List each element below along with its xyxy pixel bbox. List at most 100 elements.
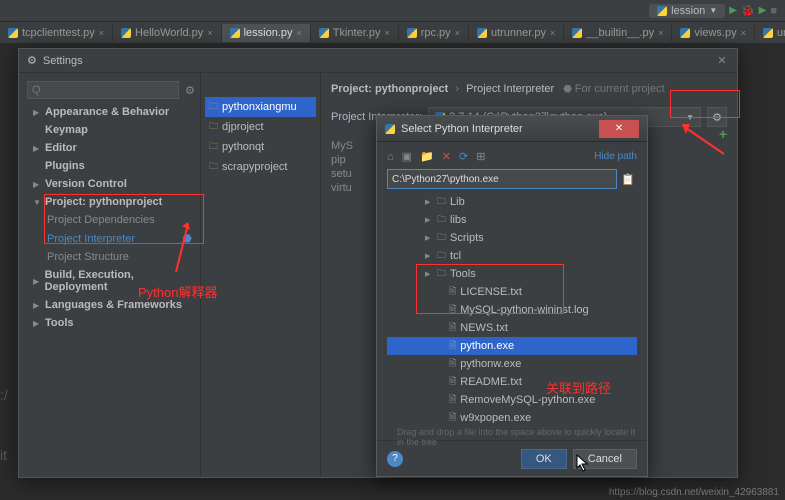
sidebar-item[interactable]: Plugins <box>19 157 200 175</box>
python-icon <box>657 6 667 16</box>
hide-path-link[interactable]: Hide path <box>594 151 637 162</box>
file-tree-item[interactable]: 🗎w9xpopen.exe <box>387 409 637 423</box>
new-folder-icon[interactable]: 📁 <box>420 150 434 163</box>
file-tree-item[interactable]: 🗎python.exe <box>387 337 637 355</box>
dialog-titlebar: ⚙ Settings ✕ <box>19 49 737 73</box>
file-tree-item[interactable]: ▶🗀Tools <box>387 265 637 283</box>
python-icon <box>477 28 487 38</box>
watermark: https://blog.csdn.net/weixin_42963881 <box>609 487 779 498</box>
folder-icon: 🗀 <box>437 212 446 228</box>
settings-icon: ⚙ <box>27 54 37 67</box>
sidebar-item[interactable]: ▶Editor <box>19 139 200 157</box>
editor-tab[interactable]: views.py× <box>672 24 754 42</box>
sidebar-item[interactable]: Project Interpreter⬣ <box>19 229 200 248</box>
gear-icon[interactable]: ⚙ <box>185 84 195 97</box>
editor-tab[interactable]: __builtin__.py× <box>564 24 672 42</box>
python-icon <box>407 28 417 38</box>
run-icon[interactable]: ▶ <box>729 5 737 16</box>
stop-icon[interactable]: ■ <box>770 5 777 17</box>
history-icon[interactable]: 📋 <box>621 173 635 186</box>
file-icon: 🗎 <box>449 338 456 354</box>
sidebar-item[interactable]: ▶Version Control <box>19 175 200 193</box>
run-configuration[interactable]: lession ▼ <box>649 4 725 18</box>
project-icon[interactable]: ▣ <box>402 150 412 163</box>
folder-icon: 🗀 <box>437 194 446 210</box>
file-icon: 🗎 <box>449 374 456 390</box>
editor-tab[interactable]: Tkinter.py× <box>311 24 399 42</box>
file-icon: 🗎 <box>449 320 456 336</box>
file-tree-item[interactable]: 🗎RemoveMySQL-python.exe <box>387 391 637 409</box>
editor-gutter: :/it <box>0 380 8 470</box>
file-tree-item[interactable]: 🗎LICENSE.txt <box>387 283 637 301</box>
close-icon[interactable]: × <box>207 28 212 38</box>
ok-button[interactable]: OK <box>521 449 567 469</box>
file-tree-item[interactable]: 🗎pythonw.exe <box>387 355 637 373</box>
editor-tab[interactable]: HelloWorld.py× <box>113 24 222 42</box>
project-item[interactable]: 🗀pythonqt <box>205 137 316 157</box>
path-input[interactable] <box>387 169 617 189</box>
cancel-button[interactable]: Cancel <box>573 449 637 469</box>
close-icon[interactable]: × <box>297 28 302 38</box>
editor-tab[interactable]: lession.py× <box>222 24 311 42</box>
delete-icon[interactable]: ✕ <box>442 150 451 163</box>
search-input[interactable] <box>27 81 179 99</box>
project-item[interactable]: 🗀pythonxiangmu <box>205 97 316 117</box>
close-icon[interactable]: × <box>384 28 389 38</box>
file-tree-item[interactable]: ▶🗀Scripts <box>387 229 637 247</box>
close-button[interactable]: ✕ <box>599 120 639 138</box>
add-icon[interactable]: + <box>719 126 727 142</box>
sidebar-item[interactable]: ▶Languages & Frameworks <box>19 296 200 314</box>
dialog-title: Settings <box>43 55 83 67</box>
file-tree[interactable]: ▶🗀Lib▶🗀libs▶🗀Scripts▶🗀tcl▶🗀Tools🗎LICENSE… <box>387 193 637 423</box>
sidebar-item[interactable]: ▼Project: pythonproject <box>19 193 200 211</box>
path-toolbar: ⌂ ▣ 📁 ✕ ⟳ ⊞ Hide path <box>387 148 637 169</box>
python-icon <box>230 28 240 38</box>
sidebar-item[interactable]: ▶Tools <box>19 314 200 332</box>
inner-titlebar: Select Python Interpreter ✕ <box>377 116 647 142</box>
refresh-icon[interactable]: ⟳ <box>459 150 468 163</box>
python-icon <box>763 28 773 38</box>
file-icon: 🗎 <box>449 302 456 318</box>
debug-icon[interactable]: 🐞 <box>741 4 755 17</box>
close-icon[interactable]: × <box>741 28 746 38</box>
file-tree-item[interactable]: ▶🗀tcl <box>387 247 637 265</box>
folder-icon: 🗀 <box>437 248 446 264</box>
folder-icon: 🗀 <box>209 159 218 175</box>
editor-tab[interactable]: tcpclienttest.py× <box>0 24 113 42</box>
run-coverage-icon[interactable]: ▶ <box>759 5 767 16</box>
sidebar-item[interactable]: Keymap <box>19 121 200 139</box>
editor-tab[interactable]: rpc.py× <box>399 24 469 42</box>
file-tree-item[interactable]: 🗎MySQL-python-wininst.log <box>387 301 637 319</box>
file-icon: 🗎 <box>449 410 456 423</box>
chevron-down-icon: ▼ <box>709 6 717 15</box>
sidebar-item[interactable]: Project Dependencies <box>19 211 200 229</box>
interpreter-settings-button[interactable]: ⚙ <box>707 107 727 127</box>
project-item[interactable]: 🗀scrapyproject <box>205 157 316 177</box>
sidebar-item[interactable]: ▶Appearance & Behavior <box>19 103 200 121</box>
show-hidden-icon[interactable]: ⊞ <box>476 150 485 163</box>
close-icon[interactable]: × <box>455 28 460 38</box>
sidebar-item[interactable]: ▶Build, Execution, Deployment <box>19 266 200 296</box>
folder-icon: 🗀 <box>437 266 446 282</box>
python-icon <box>319 28 329 38</box>
file-icon: 🗎 <box>449 284 456 300</box>
project-list: 🗀pythonxiangmu🗀djproject🗀pythonqt🗀scrapy… <box>201 73 321 477</box>
select-interpreter-dialog: Select Python Interpreter ✕ ⌂ ▣ 📁 ✕ ⟳ ⊞ … <box>376 115 648 477</box>
close-icon[interactable]: × <box>658 28 663 38</box>
close-icon[interactable]: × <box>99 28 104 38</box>
file-tree-item[interactable]: ▶🗀Lib <box>387 193 637 211</box>
sidebar-item[interactable]: Project Structure <box>19 248 200 266</box>
home-icon[interactable]: ⌂ <box>387 151 394 163</box>
editor-tab[interactable]: urls.py× <box>755 24 785 42</box>
editor-tab[interactable]: utrunner.py× <box>469 24 564 42</box>
file-icon: 🗎 <box>449 392 456 408</box>
close-icon[interactable]: × <box>550 28 555 38</box>
file-tree-item[interactable]: 🗎NEWS.txt <box>387 319 637 337</box>
file-tree-item[interactable]: 🗎README.txt <box>387 373 637 391</box>
chevron-down-icon: ▼ <box>686 113 694 122</box>
file-tree-item[interactable]: ▶🗀libs <box>387 211 637 229</box>
help-icon[interactable]: ? <box>387 451 403 467</box>
editor-tabs: tcpclienttest.py×HelloWorld.py×lession.p… <box>0 22 785 44</box>
close-icon[interactable]: ✕ <box>715 54 729 68</box>
project-item[interactable]: 🗀djproject <box>205 117 316 137</box>
